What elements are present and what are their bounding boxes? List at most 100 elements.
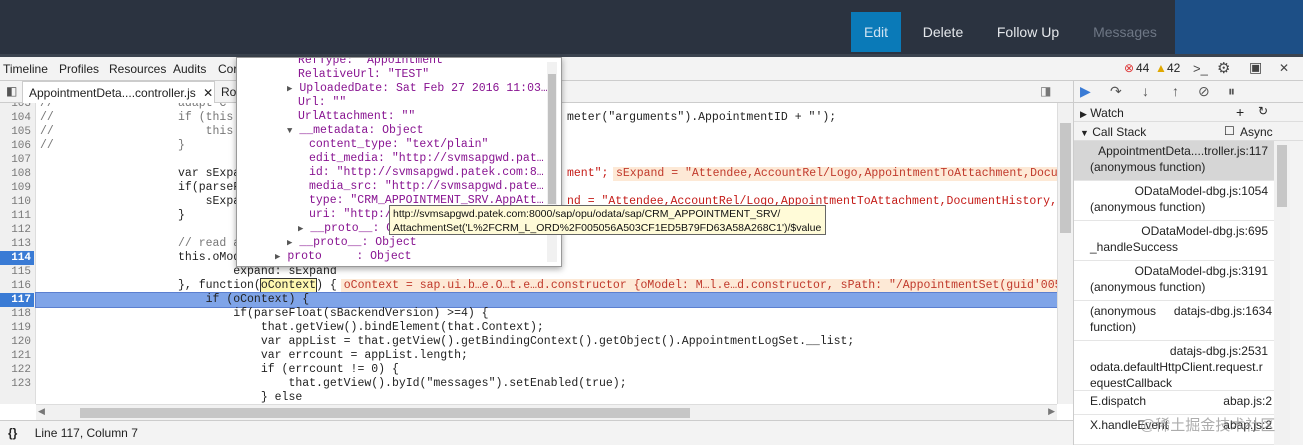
call-frame[interactable]: ODataModel-dbg.js:3191 (anonymous functi… <box>1074 261 1274 301</box>
call-frame[interactable]: ODataModel-dbg.js:695 _handleSuccess <box>1074 221 1274 261</box>
property-row[interactable]: ▶ proto : Object <box>275 250 412 264</box>
gear-icon[interactable]: ⚙ <box>1217 59 1230 77</box>
call-stack-section-header[interactable]: ▼ Call Stack ☐ Async <box>1074 122 1303 141</box>
property-row[interactable]: ▶ UploadedDate: Sat Feb 27 2016 11:03… <box>287 82 548 96</box>
editor-horizontal-scrollbar[interactable]: ◀ ▶ <box>36 404 1057 420</box>
warning-count[interactable]: 42 <box>1167 61 1180 75</box>
code-line: expand: sExpand <box>40 265 337 278</box>
property-row[interactable]: ▶ __proto__: O <box>298 222 393 236</box>
delete-button[interactable]: Delete <box>912 12 974 52</box>
line-number[interactable]: 113 <box>0 237 34 251</box>
add-watch-icon[interactable]: + <box>1236 104 1244 120</box>
async-checkbox[interactable]: ☐ <box>1224 124 1235 138</box>
line-number[interactable]: 108 <box>0 167 34 181</box>
tab-audits[interactable]: Audits <box>173 62 206 76</box>
tab-console-truncated[interactable]: Cor <box>218 62 237 76</box>
scroll-left-icon[interactable]: ◀ <box>38 406 45 417</box>
property-row[interactable]: RefType: "Appointment" <box>298 58 450 68</box>
tab-resources[interactable]: Resources <box>109 62 166 76</box>
call-frame[interactable]: ODataModel-dbg.js:1054 (anonymous functi… <box>1074 181 1274 221</box>
line-number[interactable]: 115 <box>0 265 34 279</box>
cursor-position: Line 117, Column 7 <box>34 426 138 440</box>
line-number[interactable]: 110 <box>0 195 34 209</box>
current-execution-line: if (oContext) { <box>35 292 1057 308</box>
line-gutter[interactable]: 103 104 105 106 107 108 109 110 111 112 … <box>0 103 36 404</box>
call-frame-function: (anonymous function) <box>1090 160 1206 174</box>
call-frame[interactable]: AppointmentDeta....troller.js:117 (anony… <box>1074 141 1274 181</box>
close-tab-icon[interactable]: ✕ <box>203 86 213 100</box>
expand-triangle-icon[interactable]: ▶ <box>287 84 292 94</box>
call-frame[interactable]: datajs-dbg.js:2531 odata.defaultHttpClie… <box>1074 341 1274 391</box>
deactivate-breakpoints-icon[interactable]: ⊘ <box>1198 83 1210 100</box>
scroll-right-icon[interactable]: ▶ <box>1048 406 1055 417</box>
expand-triangle-icon[interactable]: ▶ <box>298 224 303 234</box>
dock-icon[interactable]: ▣ <box>1249 59 1262 76</box>
expand-triangle-icon[interactable]: ▶ <box>275 252 280 262</box>
property-row[interactable]: ▶ __proto__: Object <box>287 236 417 250</box>
breakpoint-marker[interactable]: 114 <box>0 251 34 265</box>
line-number[interactable]: 119 <box>0 321 34 335</box>
property-row[interactable]: ▼ __metadata: Object <box>287 124 424 138</box>
step-into-icon[interactable]: ↓ <box>1142 83 1149 99</box>
scroll-thumb[interactable] <box>548 74 556 204</box>
call-stack-scrollbar[interactable] <box>1274 141 1290 445</box>
debugger-sidebar: ▶ ↷ ↓ ↑ ⊘ ⏸ ▶ Watch + ↻ ▼ Call Stack ☐ A… <box>1073 81 1303 445</box>
scroll-thumb[interactable] <box>1277 145 1287 207</box>
tab-timeline[interactable]: Timeline <box>3 62 48 76</box>
hovered-token[interactable]: oContext <box>259 278 318 293</box>
line-number[interactable]: 103 <box>0 103 34 111</box>
expand-triangle-icon[interactable]: ▶ <box>287 238 292 248</box>
console-icon[interactable]: >_ <box>1193 61 1208 76</box>
editor-vertical-scrollbar[interactable] <box>1057 103 1073 404</box>
line-number[interactable]: 104 <box>0 111 34 125</box>
close-icon[interactable]: ✕ <box>1279 61 1289 75</box>
line-number[interactable]: 120 <box>0 335 34 349</box>
follow-up-button[interactable]: Follow Up <box>986 12 1070 52</box>
pretty-print-button[interactable]: {} <box>8 426 17 440</box>
collapse-triangle-icon: ▶ <box>1080 109 1087 119</box>
property-row[interactable]: Url: "" <box>298 96 346 110</box>
property-row[interactable]: id: "http://svmsapgwd.patek.com:8… <box>309 166 544 180</box>
error-count[interactable]: 44 <box>1136 61 1149 75</box>
line-number[interactable]: 106 <box>0 139 34 153</box>
navigator-toggle-icon[interactable]: ◧ <box>6 84 17 98</box>
line-number[interactable]: 109 <box>0 181 34 195</box>
scroll-thumb[interactable] <box>80 408 690 418</box>
watch-section-header[interactable]: ▶ Watch + ↻ <box>1074 103 1303 122</box>
line-number[interactable]: 121 <box>0 349 34 363</box>
call-frame[interactable]: (anonymous function) datajs-dbg.js:1634 <box>1074 301 1274 341</box>
object-inspect-popover[interactable]: RefType: "Appointment" RelativeUrl: "TES… <box>236 57 562 267</box>
property-row[interactable]: UrlAttachment: "" <box>298 110 415 124</box>
devtools-tab-bar: Timeline Profiles Resources Audits Cor ⊗… <box>0 57 1303 81</box>
edit-button[interactable]: Edit <box>851 12 901 52</box>
line-number[interactable]: 116 <box>0 279 34 293</box>
property-row[interactable]: media_src: "http://svmsapgwd.pate… <box>309 180 544 194</box>
property-row[interactable]: RelativeUrl: "TEST" <box>298 68 429 82</box>
pause-on-exceptions-icon[interactable]: ⏸ <box>1228 83 1235 100</box>
line-number[interactable]: 122 <box>0 363 34 377</box>
line-number[interactable]: 112 <box>0 223 34 237</box>
code-text: // if (this.i <box>40 111 248 124</box>
scroll-thumb[interactable] <box>1060 123 1071 233</box>
line-number[interactable]: 118 <box>0 307 34 321</box>
property-row[interactable]: uri: "http:/ <box>309 208 392 222</box>
file-tab-controller[interactable]: AppointmentDeta....controller.js ✕ <box>22 81 215 103</box>
line-number[interactable]: 111 <box>0 209 34 223</box>
step-out-icon[interactable]: ↑ <box>1172 83 1179 99</box>
collapse-triangle-icon[interactable]: ▼ <box>287 126 292 136</box>
step-over-icon[interactable]: ↷ <box>1110 83 1122 100</box>
tab-profiles[interactable]: Profiles <box>59 62 99 76</box>
line-number[interactable]: 123 <box>0 377 34 391</box>
property-row[interactable]: content_type: "text/plain" <box>309 138 488 152</box>
call-frame-file: AppointmentDeta....troller.js:117 <box>1098 144 1268 158</box>
execution-line-marker[interactable]: 117 <box>0 293 34 307</box>
debugger-toggle-icon[interactable]: ◨ <box>1040 84 1051 98</box>
resume-icon[interactable]: ▶ <box>1080 83 1091 100</box>
call-frame[interactable]: E.dispatch abap.js:2 <box>1074 391 1274 415</box>
line-number[interactable]: 105 <box>0 125 34 139</box>
file-tab-label: AppointmentDeta....controller.js <box>29 86 196 100</box>
line-number[interactable]: 107 <box>0 153 34 167</box>
messages-button[interactable]: Messages <box>1085 12 1165 52</box>
property-row[interactable]: edit_media: "http://svmsapgwd.pat… <box>309 152 544 166</box>
refresh-icon[interactable]: ↻ <box>1258 104 1268 118</box>
